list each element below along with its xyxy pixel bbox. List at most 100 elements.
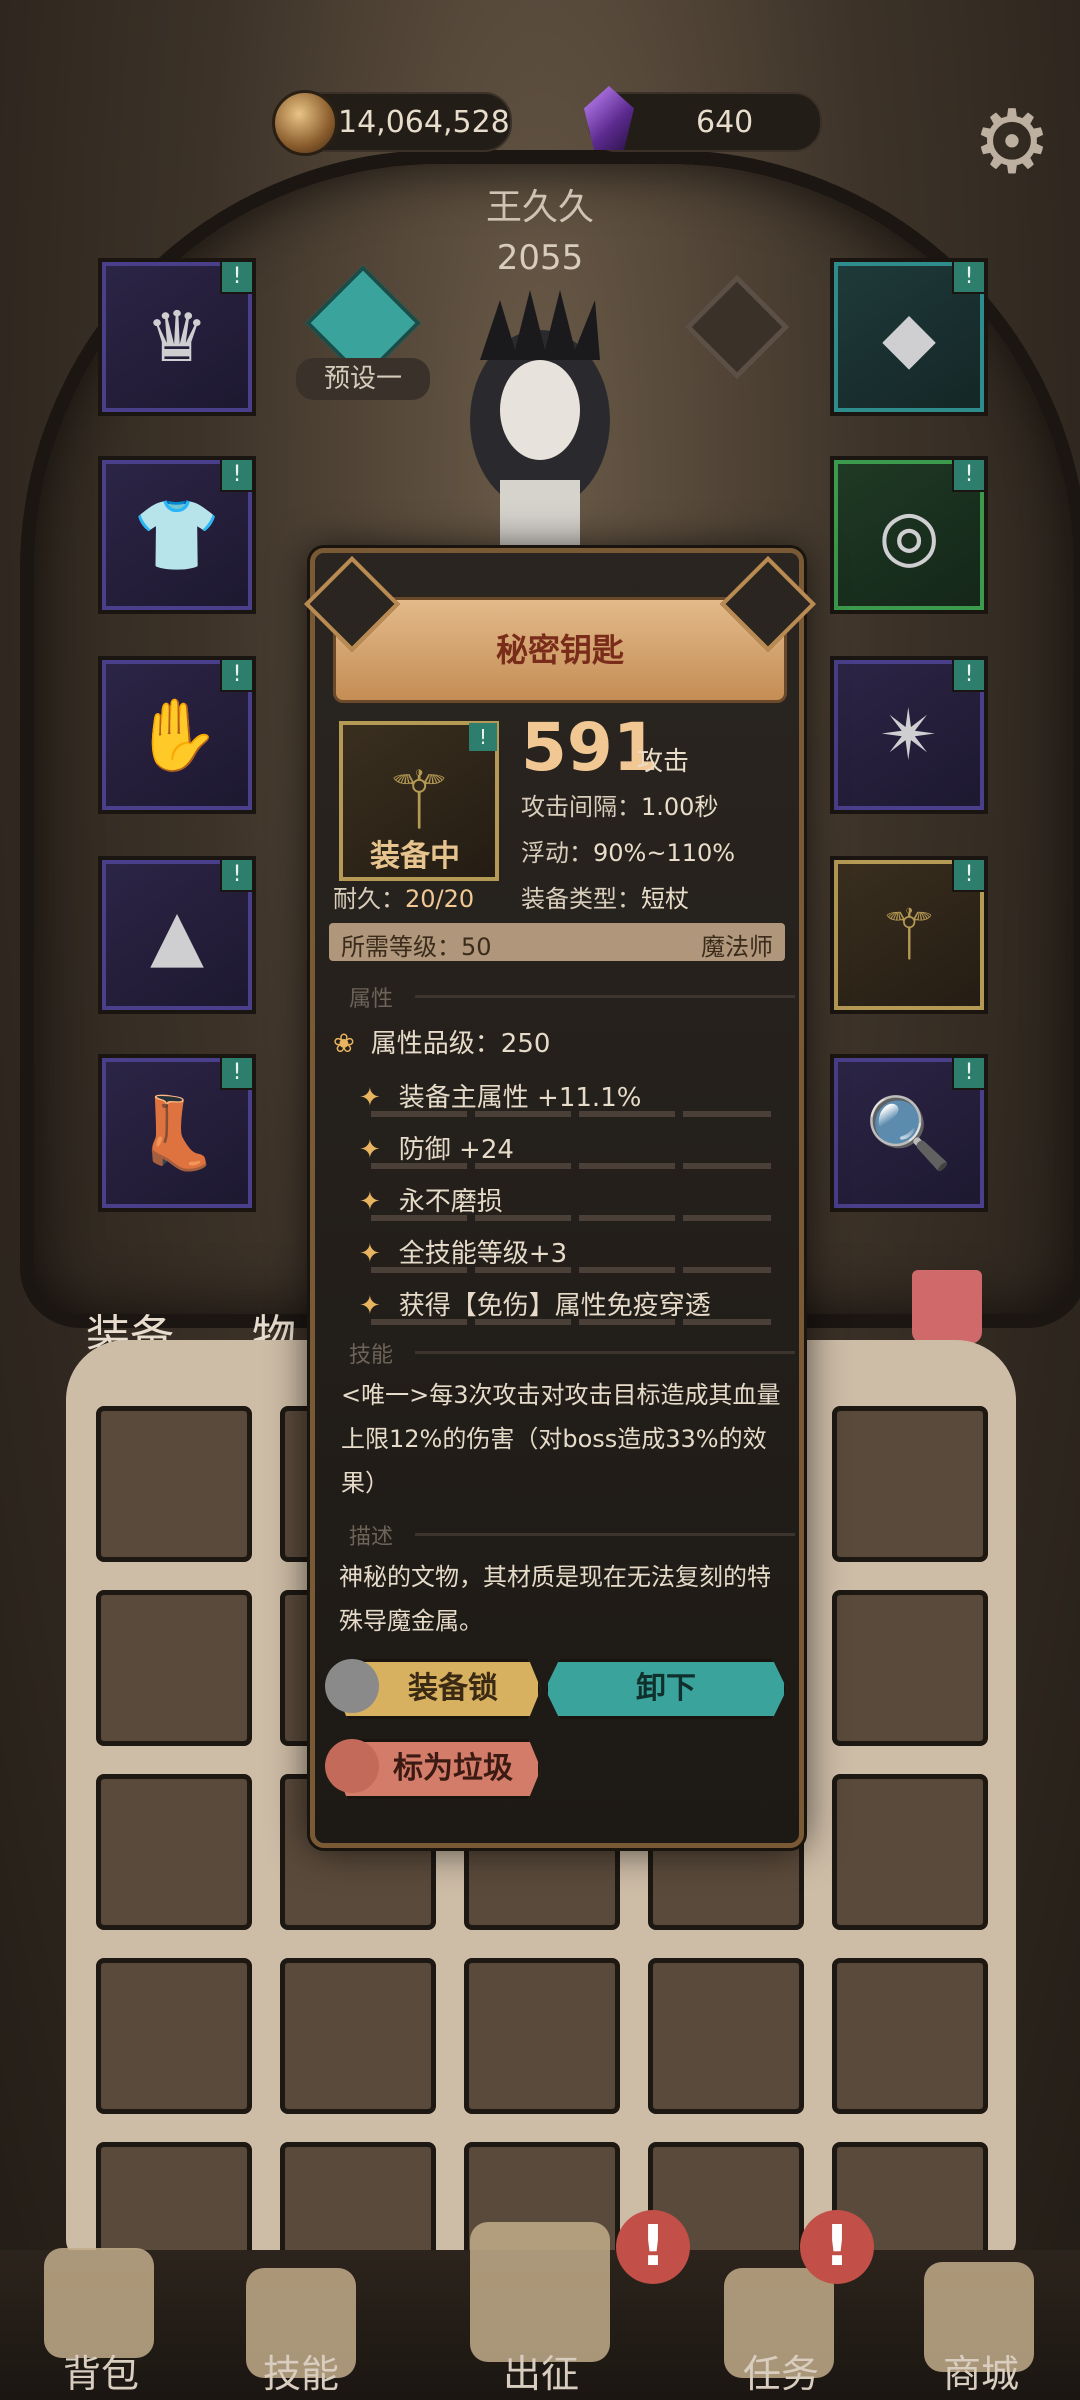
star-icon: ✦ — [359, 1187, 381, 1217]
attribute-row: ✦ 装备主属性 +11.1% — [359, 1077, 641, 1114]
attack-interval: 攻击间隔：1.00秒 — [521, 787, 718, 822]
star-icon: ✦ — [359, 1135, 381, 1165]
requirement-bar: 所需等级：50 魔法师 — [329, 923, 785, 961]
equip-lock-label: 装备锁 — [408, 1671, 498, 1706]
equip-slot-boots[interactable]: ! 👢 — [98, 1054, 256, 1212]
quest-alert-icon: ! — [800, 2210, 874, 2284]
staff-icon: ⚚ — [877, 894, 941, 976]
attribute-text: 永不磨损 — [398, 1187, 503, 1217]
gem-counter: 640 — [584, 86, 822, 152]
inventory-cell[interactable] — [96, 1590, 252, 1746]
required-class: 魔法师 — [701, 933, 773, 961]
settings-gear-icon[interactable]: ⚙ — [970, 98, 1054, 186]
expedition-icon[interactable] — [470, 2222, 610, 2362]
attribute-row: ✦ 获得【免伤】属性免疫穿透 — [359, 1285, 711, 1322]
attribute-bar — [371, 1111, 771, 1117]
inventory-cell[interactable] — [832, 1774, 988, 1930]
star-icon: ✦ — [359, 1083, 381, 1113]
attribute-text: 防御 +24 — [398, 1135, 514, 1165]
item-description: 神秘的文物，其材质是现在无法复刻的特殊导魔金属。 — [339, 1563, 771, 1635]
lotus-icon: ❀ — [333, 1029, 355, 1059]
coat-icon: 👕 — [133, 494, 221, 576]
float-value: 90%~110% — [593, 839, 736, 867]
crown-icon: ♛ — [145, 296, 209, 378]
equip-type-value: 短杖 — [641, 885, 689, 913]
equipped-status: 装备中 — [370, 839, 460, 874]
attribute-grade-text: 属性品级：250 — [370, 1029, 551, 1059]
magnifier-icon: 🔍 — [865, 1092, 953, 1174]
gold-amount: 14,064,528 — [338, 104, 510, 140]
inventory-cell[interactable] — [96, 1774, 252, 1930]
durability: 耐久：20/20 — [333, 879, 474, 914]
nav-expedition[interactable]: 出征 — [476, 2343, 606, 2398]
mask-icon: ◆ — [882, 296, 936, 378]
equip-slot-gloves[interactable]: ! ✋ — [98, 656, 256, 814]
gold-coin-icon — [272, 90, 338, 156]
popup-title-bar: 秘密钥匙 — [303, 555, 817, 703]
equip-slot-helmet[interactable]: ! ♛ — [98, 258, 256, 416]
equip-type-label: 装备类型： — [521, 885, 641, 913]
star-amulet-icon: ✴ — [879, 694, 939, 776]
equip-slot-mask[interactable]: ! ◆ — [830, 258, 988, 416]
inventory-cell[interactable] — [96, 1958, 252, 2114]
section-description: 描述 — [349, 1525, 394, 1550]
section-divider — [415, 1351, 795, 1354]
inventory-cell[interactable] — [648, 1958, 804, 2114]
inventory-cell[interactable] — [464, 1958, 620, 2114]
item-alert-icon: ! — [469, 723, 497, 751]
attribute-row: ✦ 永不磨损 — [359, 1181, 503, 1218]
nav-shop[interactable]: 商城 — [916, 2343, 1046, 2398]
attribute-row: ✦ 全技能等级+3 — [359, 1233, 567, 1270]
equip-slot-accessory[interactable]: ! 🔍 — [830, 1054, 988, 1212]
equip-type: 装备类型：短杖 — [521, 879, 689, 914]
mark-trash-label: 标为垃圾 — [393, 1751, 513, 1786]
skirt-icon: ▲ — [150, 894, 204, 976]
float-label: 浮动： — [521, 839, 593, 867]
attribute-bar — [371, 1267, 771, 1273]
ring-icon: ◎ — [878, 494, 940, 576]
attribute-row: ✦ 防御 +24 — [359, 1129, 514, 1166]
inventory-cell[interactable] — [832, 1406, 988, 1562]
equip-slot-amulet[interactable]: ! ✴ — [830, 656, 988, 814]
equip-slot-skirt[interactable]: ! ▲ — [98, 856, 256, 1014]
section-skill: 技能 — [349, 1343, 394, 1368]
equip-slot-armor[interactable]: ! 👕 — [98, 456, 256, 614]
lantern-icon — [325, 1739, 379, 1793]
backpack-icon[interactable] — [44, 2248, 154, 2358]
equip-slot-ring[interactable]: ! ◎ — [830, 456, 988, 614]
durability-label: 耐久： — [333, 885, 405, 913]
padlock-icon — [325, 1659, 379, 1713]
section-attributes: 属性 — [349, 987, 394, 1012]
inventory-cell[interactable] — [280, 1958, 436, 2114]
equip-slot-weapon[interactable]: ! ⚚ — [830, 856, 988, 1014]
durability-value: 20/20 — [405, 885, 475, 913]
attribute-text: 装备主属性 +11.1% — [398, 1083, 642, 1113]
nav-skills[interactable]: 技能 — [236, 2343, 366, 2398]
nav-quests[interactable]: 任务 — [716, 2343, 846, 2398]
attack-unit: 攻击 — [637, 747, 690, 777]
star-icon: ✦ — [359, 1291, 381, 1321]
character-portrait — [470, 290, 610, 580]
nav-backpack[interactable]: 背包 — [36, 2343, 166, 2398]
inventory-cell[interactable] — [96, 1406, 252, 1562]
preset-label[interactable]: 预设一 — [296, 358, 430, 400]
float-range: 浮动：90%~110% — [521, 833, 735, 868]
attribute-bar — [371, 1215, 771, 1221]
section-divider — [415, 1533, 795, 1536]
attack-interval-value: 1.00秒 — [641, 793, 719, 821]
gem-amount: 640 — [696, 104, 754, 140]
unequip-button[interactable]: 卸下 — [545, 1659, 787, 1719]
inventory-cell[interactable] — [832, 1590, 988, 1746]
attribute-text: 全技能等级+3 — [398, 1239, 568, 1269]
attribute-text: 获得【免伤】属性免疫穿透 — [398, 1291, 711, 1321]
attack-interval-label: 攻击间隔： — [521, 793, 641, 821]
trash-bin-icon[interactable] — [912, 1270, 982, 1344]
expedition-alert-icon: ! — [616, 2210, 690, 2284]
section-divider — [415, 995, 795, 998]
player-name: 王久久 — [485, 187, 594, 228]
required-level: 所需等级：50 — [341, 933, 492, 961]
inventory-cell[interactable] — [832, 1958, 988, 2114]
attribute-bar — [371, 1163, 771, 1169]
star-icon: ✦ — [359, 1239, 381, 1269]
item-name: 秘密钥匙 — [495, 631, 624, 669]
